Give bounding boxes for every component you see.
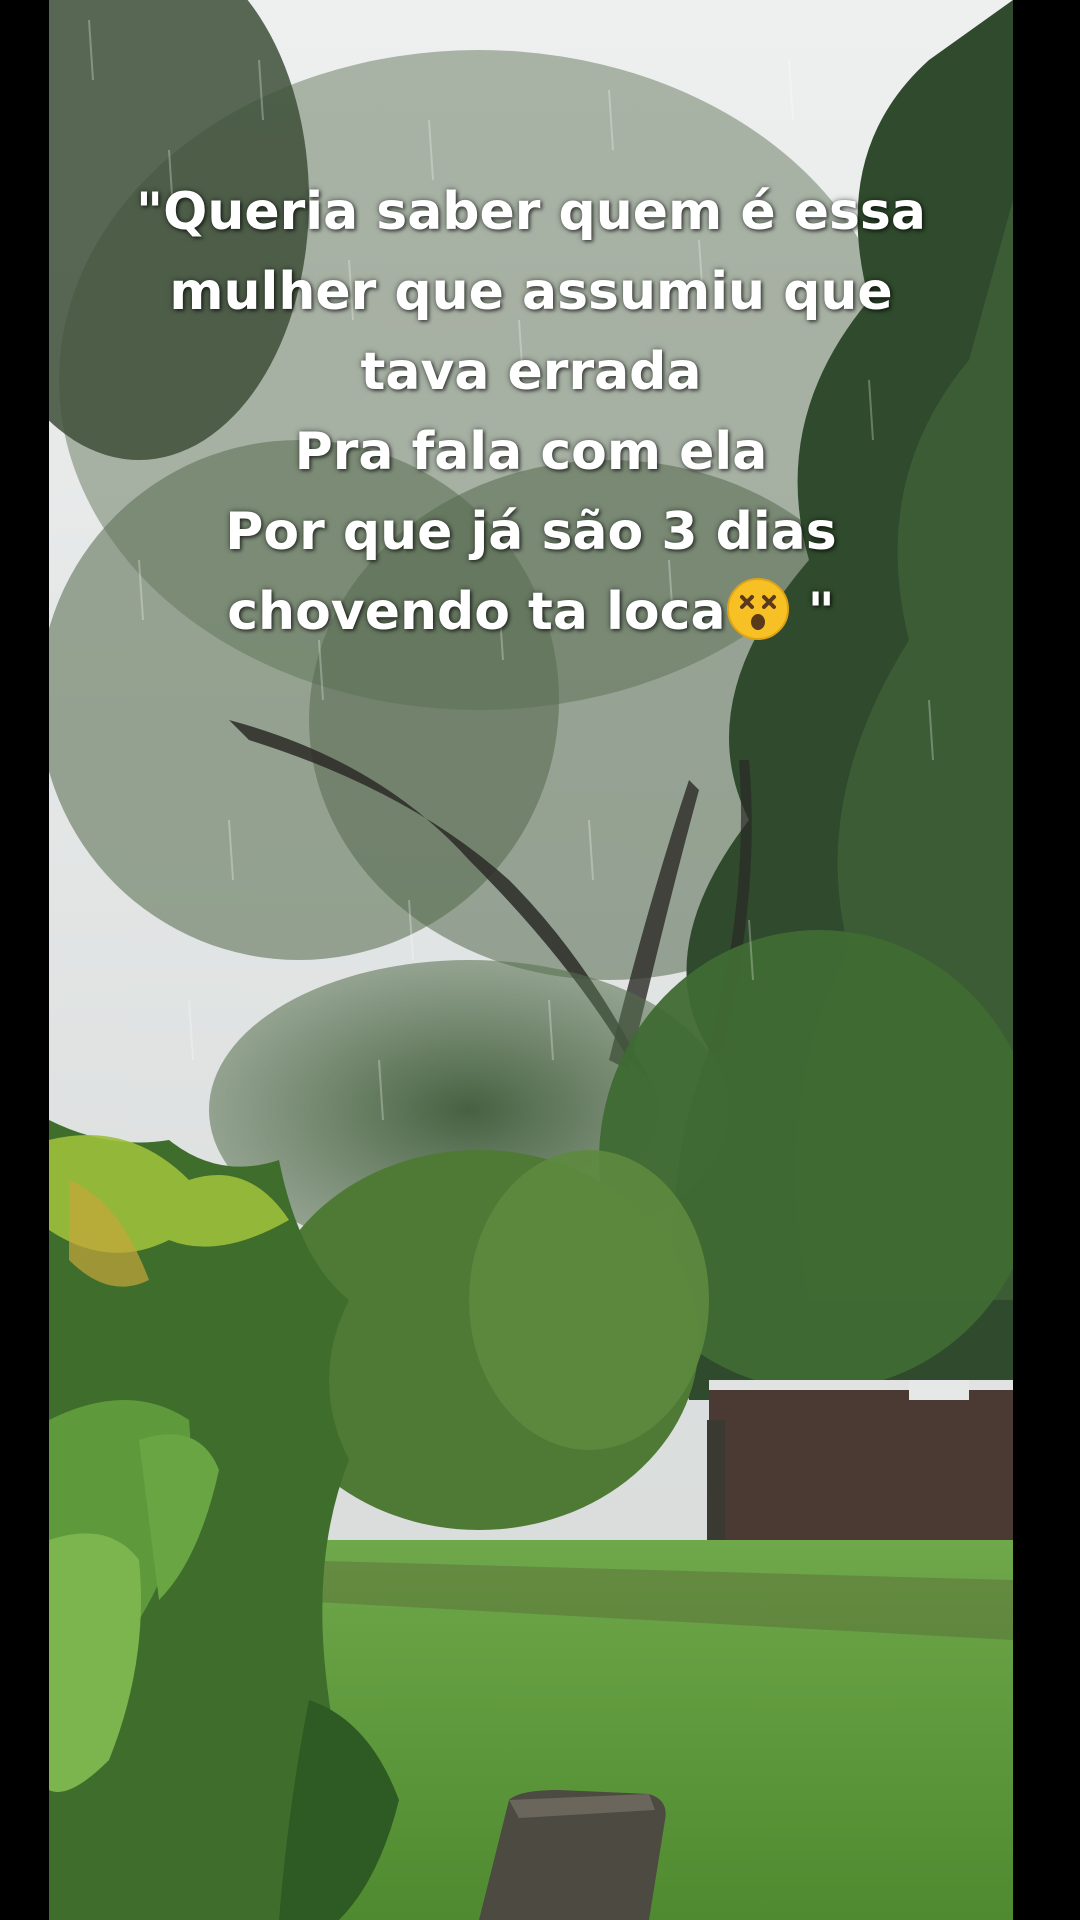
caption-line-6-wrapper: chovendo ta loca ": [49, 572, 1013, 652]
caption-line-6: chovendo ta loca: [227, 582, 726, 642]
caption-line-5: Por que já são 3 dias: [225, 502, 837, 562]
dizzy-face-emoji-icon: [726, 578, 789, 640]
video-frame: "Queria saber quem é essa mulher que ass…: [0, 0, 1080, 1920]
caption-line-3: tava errada: [360, 342, 702, 402]
caption-line-2: mulher que assumiu que: [169, 262, 893, 322]
caption-line-4: Pra fala com ela: [294, 422, 768, 482]
caption-closing-quote: ": [789, 582, 835, 642]
video-caption: "Queria saber quem é essa mulher que ass…: [49, 172, 1013, 652]
caption-line-1: "Queria saber quem é essa: [136, 182, 926, 242]
